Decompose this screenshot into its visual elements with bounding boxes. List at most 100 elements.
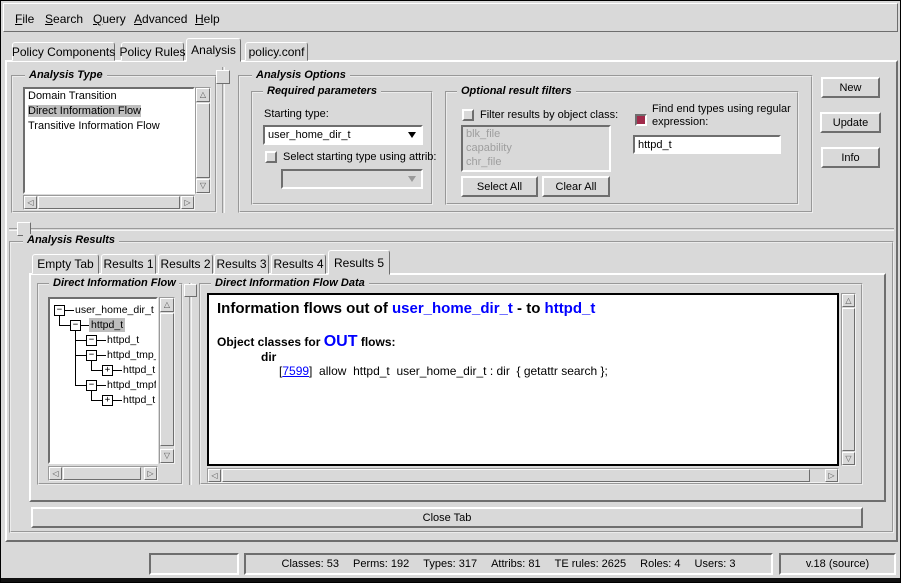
result-tab-2[interactable]: Results 2	[158, 254, 213, 274]
scroll-down-icon[interactable]: ▽	[842, 452, 855, 465]
scroll-thumb[interactable]	[38, 196, 180, 209]
tree-item-label[interactable]: httpd_t	[121, 393, 157, 407]
tab-analysis[interactable]: Analysis	[186, 38, 241, 62]
clear-all-button[interactable]: Clear All	[542, 176, 610, 197]
tree-expand-icon[interactable]: +	[102, 395, 113, 406]
menu-query[interactable]: Query	[93, 12, 126, 26]
result-tab-3[interactable]: Results 3	[214, 254, 269, 274]
scroll-thumb[interactable]	[196, 103, 210, 178]
pane-sash-vertical[interactable]	[189, 283, 192, 485]
tree-connector	[75, 385, 86, 386]
status-version: v.18 (source)	[779, 553, 896, 575]
regex-checkbox-label: Find end types using regular expression:	[652, 103, 824, 129]
sash-handle[interactable]	[184, 284, 197, 297]
flow-data-text[interactable]: Information flows out of user_home_dir_t…	[207, 293, 839, 466]
analysis-type-hscrollbar[interactable]: ◁ ▷	[23, 195, 195, 210]
tree-item-label[interactable]: httpd_t	[89, 318, 125, 332]
new-button[interactable]: New	[821, 77, 880, 98]
stat-types: Types: 317	[423, 558, 477, 570]
starting-type-value: user_home_dir_t	[265, 129, 408, 141]
tree-item-label[interactable]: httpd_t	[121, 363, 157, 377]
regex-input[interactable]	[633, 135, 781, 154]
list-item: blk_file	[463, 127, 609, 141]
result-tab-4[interactable]: Results 4	[271, 254, 326, 274]
pane-sash-vertical[interactable]	[222, 67, 225, 213]
tree-item-label[interactable]: user_home_dir_t	[73, 303, 156, 317]
tree-connector	[91, 400, 102, 401]
tree-item-label[interactable]: httpd_tmp_t	[105, 348, 158, 362]
data-hscrollbar[interactable]: ◁ ▷	[207, 468, 839, 483]
tree-item-label[interactable]: httpd_tmpfs_t	[105, 378, 158, 392]
menu-search[interactable]: Search	[45, 12, 83, 26]
flow-tree-label: Direct Information Flow T	[49, 277, 179, 289]
scroll-thumb[interactable]	[842, 308, 855, 451]
update-button[interactable]: Update	[820, 112, 881, 133]
result-tab-1[interactable]: Results 1	[101, 254, 156, 274]
tab-policy-rules[interactable]: Policy Rules	[121, 42, 184, 61]
tab-policy-conf[interactable]: policy.conf	[245, 42, 308, 61]
regex-checkbox[interactable]	[635, 114, 647, 126]
scroll-left-icon[interactable]: ◁	[208, 469, 221, 482]
result-tab-5[interactable]: Results 5	[328, 250, 390, 275]
tree-connector	[59, 325, 70, 326]
stat-classes: Classes: 53	[282, 558, 339, 570]
data-vscrollbar[interactable]: △ ▽	[841, 293, 856, 466]
tree-connector	[59, 316, 60, 325]
list-item[interactable]: Domain Transition	[25, 89, 193, 104]
tab-policy-components[interactable]: Policy Components	[12, 42, 115, 61]
status-box-empty	[149, 553, 239, 575]
analysis-type-label: Analysis Type	[25, 69, 107, 81]
dropdown-arrow-icon	[408, 176, 416, 182]
list-item[interactable]: Transitive Information Flow	[25, 119, 193, 134]
result-tab-empty[interactable]: Empty Tab	[32, 254, 99, 274]
list-item[interactable]: Direct Information Flow	[25, 104, 193, 119]
analysis-type-listbox[interactable]: Domain Transition Direct Information Flo…	[23, 87, 195, 194]
scroll-right-icon[interactable]: ▷	[144, 467, 157, 480]
object-class-name: dir	[261, 350, 829, 364]
info-button[interactable]: Info	[821, 147, 880, 168]
attrib-checkbox[interactable]	[265, 151, 277, 163]
window-bottom-edge	[1, 578, 901, 583]
sash-handle[interactable]	[216, 70, 230, 84]
menu-file[interactable]: File	[15, 12, 34, 26]
select-all-button[interactable]: Select All	[461, 176, 538, 197]
scroll-down-icon[interactable]: ▽	[196, 179, 210, 193]
tree-expand-icon[interactable]: −	[54, 305, 65, 316]
pane-sash-horizontal[interactable]	[9, 228, 894, 231]
scroll-up-icon[interactable]: △	[196, 88, 210, 102]
menu-bar: File Search Query Advanced Help	[3, 3, 898, 32]
scroll-thumb[interactable]	[160, 313, 174, 446]
tree-expand-icon[interactable]: −	[86, 350, 97, 361]
scroll-down-icon[interactable]: ▽	[160, 449, 174, 463]
scroll-right-icon[interactable]: ▷	[181, 196, 194, 209]
menu-advanced[interactable]: Advanced	[134, 12, 187, 26]
analysis-type-vscrollbar[interactable]: △ ▽	[195, 87, 211, 194]
tree-expand-icon[interactable]: −	[86, 380, 97, 391]
list-item: capability	[463, 141, 609, 155]
stat-te-rules: TE rules: 2625	[555, 558, 627, 570]
filter-class-checkbox[interactable]	[462, 109, 474, 121]
rule-id-link[interactable]: 7599	[282, 364, 309, 378]
scroll-right-icon[interactable]: ▷	[825, 469, 838, 482]
close-tab-button[interactable]: Close Tab	[31, 507, 863, 528]
starting-type-combobox[interactable]: user_home_dir_t	[263, 125, 423, 145]
stat-perms: Perms: 192	[353, 558, 409, 570]
scroll-thumb[interactable]	[222, 469, 810, 482]
tree-vscrollbar[interactable]: △ ▽	[159, 297, 175, 464]
attrib-combobox	[281, 169, 423, 189]
te-rule-line: [7599] allow httpd_t user_home_dir_t : d…	[279, 364, 829, 378]
tree-item-label[interactable]: httpd_t	[105, 333, 141, 347]
tree-hscrollbar[interactable]: ◁ ▷	[48, 466, 158, 481]
scroll-up-icon[interactable]: △	[160, 298, 174, 312]
scroll-up-icon[interactable]: △	[842, 294, 855, 307]
menu-help[interactable]: Help	[195, 12, 220, 26]
apol-window: File Search Query Advanced Help Policy C…	[0, 0, 901, 583]
flow-tree[interactable]: − − − − + − + user_home_dir_t httpd_t ht…	[48, 297, 158, 464]
tree-expand-icon[interactable]: +	[102, 365, 113, 376]
dropdown-arrow-icon[interactable]	[408, 132, 416, 138]
scroll-left-icon[interactable]: ◁	[49, 467, 62, 480]
scroll-left-icon[interactable]: ◁	[24, 196, 37, 209]
tree-expand-icon[interactable]: −	[70, 320, 81, 331]
scroll-thumb[interactable]	[63, 467, 141, 480]
tree-expand-icon[interactable]: −	[86, 335, 97, 346]
